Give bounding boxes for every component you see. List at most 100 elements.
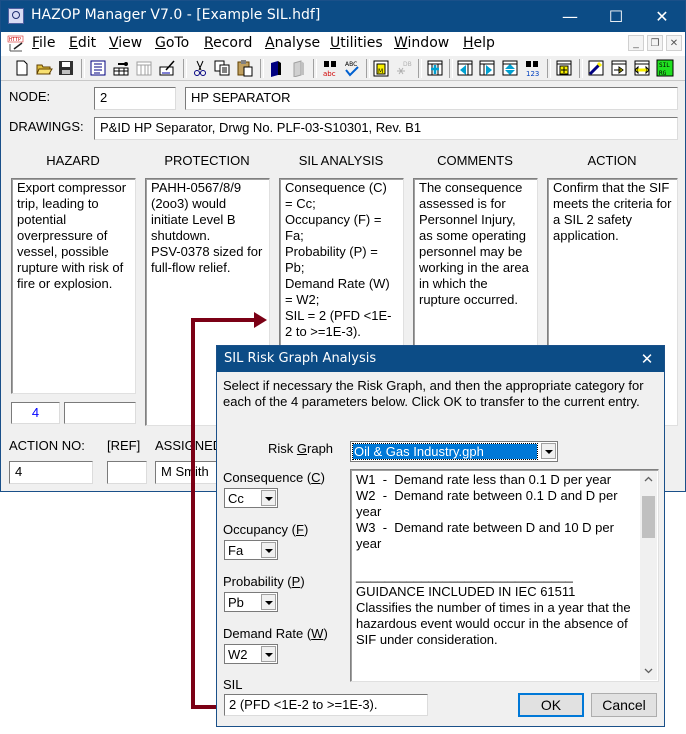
demand-rate-label: Demand Rate (W): [223, 626, 328, 641]
consequence-value: Cc: [228, 491, 244, 506]
new-entry-icon[interactable]: [555, 59, 573, 77]
connector-arrowhead-icon: [254, 312, 267, 328]
bookmark-icon[interactable]: [267, 59, 285, 77]
sil-result-field[interactable]: 2 (PFD <1E-2 to >=1E-3).: [224, 694, 428, 716]
dialog-close-button[interactable]: ✕: [634, 346, 660, 372]
demand-rate-select[interactable]: W2: [224, 644, 278, 664]
scroll-up-icon[interactable]: [644, 476, 653, 482]
open-folder-icon[interactable]: [35, 59, 53, 77]
node-name-field[interactable]: HP SEPARATOR: [185, 87, 678, 110]
svg-text:DB: DB: [403, 61, 412, 68]
menu-file[interactable]: File: [32, 35, 55, 51]
minimize-button[interactable]: —: [547, 1, 593, 32]
menu-analyse[interactable]: Analyse: [265, 35, 320, 51]
title-bar[interactable]: HAZOP Manager V7.0 - [Example SIL.hdf] —…: [1, 1, 685, 32]
guidance-body: Classifies the number of times in a year…: [356, 600, 635, 647]
mdi-close-button[interactable]: ✕: [666, 35, 682, 51]
action-no-label: ACTION NO:: [9, 438, 85, 453]
transfer-both-icon[interactable]: [633, 59, 651, 77]
document-child-icon[interactable]: HTTP: [7, 35, 25, 52]
occupancy-select[interactable]: Fa: [224, 540, 278, 560]
menu-goto[interactable]: GoTo: [155, 35, 189, 51]
chevron-down-icon[interactable]: [261, 490, 276, 506]
toolbar: abc ABC M DB 123 SIL RG: [1, 56, 685, 81]
insert-record-icon[interactable]: [112, 59, 130, 77]
edit-form-icon[interactable]: [158, 59, 176, 77]
highlight-icon[interactable]: [587, 59, 605, 77]
ref-field[interactable]: [107, 461, 147, 484]
menu-edit[interactable]: Edit: [69, 35, 96, 51]
memo-icon[interactable]: M: [372, 59, 390, 77]
svg-text:RG: RG: [659, 70, 667, 77]
connector-line-bottom: [191, 705, 216, 709]
svg-text:SIL: SIL: [659, 62, 670, 69]
add-column-icon[interactable]: [426, 59, 444, 77]
sil-analysis-header: SIL ANALYSIS: [298, 153, 384, 168]
guidance-heading: GUIDANCE INCLUDED IN IEC 61511: [356, 584, 576, 599]
chevron-down-icon[interactable]: [261, 646, 276, 662]
cut-icon[interactable]: [191, 59, 209, 77]
new-file-icon[interactable]: [13, 59, 31, 77]
action-header: ACTION: [587, 153, 637, 168]
scrollbar-thumb[interactable]: [642, 496, 655, 538]
svg-text:123: 123: [526, 70, 539, 77]
occupancy-value: Fa: [228, 543, 244, 558]
maximize-button[interactable]: ☐: [593, 1, 639, 32]
paste-icon[interactable]: [236, 59, 254, 77]
menu-window[interactable]: Window: [394, 35, 449, 51]
cancel-button[interactable]: Cancel: [591, 693, 657, 717]
connector-line-vertical: [191, 318, 195, 709]
dialog-instructions: Select if necessary the Risk Graph, and …: [223, 378, 644, 409]
menu-view[interactable]: View: [109, 35, 142, 51]
chevron-down-icon[interactable]: [261, 542, 276, 558]
connector-line-top: [191, 318, 256, 322]
menu-utilities[interactable]: Utilities: [330, 35, 383, 51]
ok-button[interactable]: OK: [518, 693, 584, 717]
probability-select[interactable]: Pb: [224, 592, 278, 612]
node-label: NODE:: [9, 89, 51, 104]
assigned-field[interactable]: M Smith: [155, 461, 225, 484]
hazard-number-field[interactable]: 4: [11, 402, 60, 424]
transfer-right-icon[interactable]: [610, 59, 628, 77]
drawings-label: DRAWINGS:: [9, 119, 84, 134]
next-column-icon[interactable]: [478, 59, 496, 77]
action-no-field[interactable]: 4: [9, 461, 93, 484]
probability-label: Probability (P): [223, 574, 305, 589]
hazard-extra-field[interactable]: [64, 402, 136, 424]
chevron-down-icon[interactable]: [261, 594, 276, 610]
risk-graph-select[interactable]: Oil & Gas Industry.gph: [350, 441, 558, 462]
previous-column-icon[interactable]: [456, 59, 474, 77]
find-text-icon[interactable]: abc: [321, 59, 339, 77]
risk-graph-label: Risk Graph: [268, 441, 334, 456]
save-icon[interactable]: [57, 59, 75, 77]
expand-row-icon[interactable]: [501, 59, 519, 77]
svg-text:abc: abc: [323, 70, 336, 77]
mdi-minimize-button[interactable]: _: [628, 35, 644, 51]
find-number-icon[interactable]: 123: [523, 59, 541, 77]
close-button[interactable]: ✕: [639, 1, 685, 32]
record-list-icon[interactable]: [89, 59, 107, 77]
scroll-down-icon[interactable]: [644, 668, 653, 674]
sil-risk-graph-icon[interactable]: SILRG: [656, 59, 674, 77]
bookmark-disabled-icon: [293, 60, 304, 77]
guidance-text: W1 - Demand rate less than 0.1 D per yea…: [356, 472, 638, 648]
probability-value: Pb: [228, 595, 244, 610]
menu-help[interactable]: Help: [463, 35, 495, 51]
node-number-field[interactable]: 2: [94, 87, 176, 110]
table-grid-icon[interactable]: [135, 59, 153, 77]
copy-icon[interactable]: [213, 59, 231, 77]
chevron-down-icon[interactable]: [541, 443, 556, 459]
drawings-field[interactable]: P&ID HP Separator, Drwg No. PLF-03-S1030…: [94, 117, 678, 140]
dialog-title: SIL Risk Graph Analysis: [224, 351, 377, 366]
dialog-title-bar[interactable]: SIL Risk Graph Analysis ✕: [217, 346, 664, 372]
menu-record[interactable]: Record: [204, 35, 252, 51]
ref-label: [REF]: [107, 438, 141, 453]
guidance-divider: ______________________________: [356, 568, 573, 583]
hazard-memo[interactable]: Export compressor trip, leading to poten…: [11, 178, 136, 394]
window-title: HAZOP Manager V7.0 - [Example SIL.hdf]: [31, 7, 321, 23]
mdi-restore-button[interactable]: ❐: [647, 35, 663, 51]
guidance-scrollbar[interactable]: [640, 471, 657, 680]
guidance-text-box[interactable]: W1 - Demand rate less than 0.1 D per yea…: [350, 469, 659, 682]
spell-check-icon[interactable]: ABC: [343, 59, 361, 77]
consequence-select[interactable]: Cc: [224, 488, 278, 508]
